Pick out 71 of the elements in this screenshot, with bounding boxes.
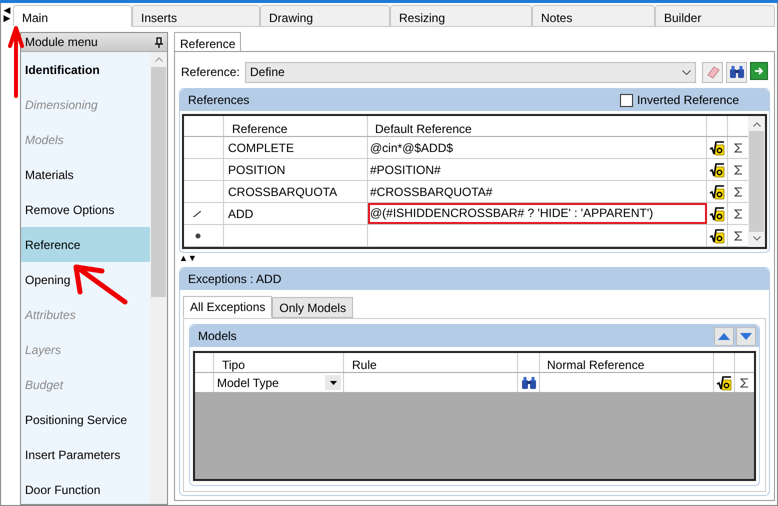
tab[interactable]: Resizing [390,5,532,27]
formula-icon[interactable] [709,140,725,156]
sum-icon[interactable] [740,378,749,388]
inverted-checkbox[interactable] [620,94,633,106]
caret-icon [330,380,336,384]
table-cell[interactable]: #POSITION# [368,159,707,180]
formula-icon[interactable] [716,374,732,390]
sum-icon[interactable] [734,230,742,240]
pin-icon[interactable] [155,36,163,48]
references-title: References [188,92,250,109]
move-down-button[interactable] [736,326,756,346]
right-arrow-icon [754,66,764,76]
scroll-arrow[interactable]: ◀ [4,6,10,14]
scroll-up-icon[interactable] [752,122,760,127]
tab[interactable]: Main [13,5,132,27]
sum-icon[interactable] [734,142,742,152]
sidebar-item[interactable]: Reference [21,227,150,262]
formula-icon[interactable] [709,206,725,222]
table-cell[interactable]: @(#ISHIDDENCROSSBAR# ? 'HIDE' : 'APPARENT') [368,203,707,224]
reference-dropdown[interactable]: Define [245,62,696,82]
tab[interactable]: Only Models [272,297,354,318]
reference-label: Reference: [181,64,239,81]
sidebar-item[interactable]: Positioning Service [21,402,150,437]
binoculars-icon[interactable] [728,65,744,79]
move-up-button[interactable] [714,326,734,346]
column-header[interactable]: Normal Reference [540,353,714,372]
column-header[interactable]: Tipo [214,353,344,372]
sidebar-item[interactable]: Remove Options [21,192,150,227]
table-cell[interactable]: @cin*@$ADD$ [368,137,707,158]
dropdown-button[interactable] [325,375,341,390]
formula-icon[interactable] [709,184,725,200]
table-cell[interactable]: #CROSSBARQUOTA# [368,181,707,202]
pencil-icon [193,210,201,216]
tab[interactable]: Builder [655,5,775,27]
sidebar-item[interactable]: Opening [21,262,150,297]
sidebar-item[interactable]: Identification [21,52,150,87]
formula-icon[interactable] [709,228,725,244]
sidebar-item[interactable]: Door Function [21,472,150,504]
down-arrow-icon [739,332,753,340]
tab[interactable]: Notes [532,5,655,27]
scroll-arrow[interactable]: ▶ [4,14,10,22]
formula-icon[interactable] [709,162,725,178]
chevron-down-icon[interactable] [682,70,691,74]
column-header[interactable]: Rule [344,353,518,372]
sum-icon[interactable] [734,208,742,218]
go-button[interactable] [750,62,768,80]
models-title: Models [198,328,237,345]
eraser-icon [706,65,720,79]
sum-icon[interactable] [734,186,742,196]
table-cell[interactable]: CROSSBARQUOTA [224,181,368,202]
sort-arrows[interactable]: ▲▼ [179,254,770,263]
inverted-label: Inverted Reference [636,92,739,109]
new-row-icon [195,232,201,238]
up-arrow-icon [717,332,731,340]
column-header[interactable]: Default Reference [368,116,707,136]
tab[interactable]: Inserts [132,5,260,27]
sum-icon[interactable] [734,164,742,174]
scroll-down-icon[interactable] [752,236,760,241]
tab[interactable]: All Exceptions [183,296,272,318]
sidebar-item[interactable]: Insert Parameters [21,437,150,472]
column-header[interactable]: Reference [224,116,368,136]
table-cell[interactable]: COMPLETE [224,137,368,158]
table-cell[interactable]: ADD [224,203,368,224]
sidebar-title: Module menu [25,34,98,51]
exceptions-title: Exceptions : ADD [188,271,282,288]
binoculars-icon[interactable] [520,376,536,390]
eraser-button[interactable] [702,62,723,82]
table-cell[interactable]: POSITION [224,159,368,180]
panel-tab[interactable]: Reference [174,32,242,51]
sidebar-item[interactable]: Materials [21,157,150,192]
tab[interactable]: Drawing [260,5,390,27]
